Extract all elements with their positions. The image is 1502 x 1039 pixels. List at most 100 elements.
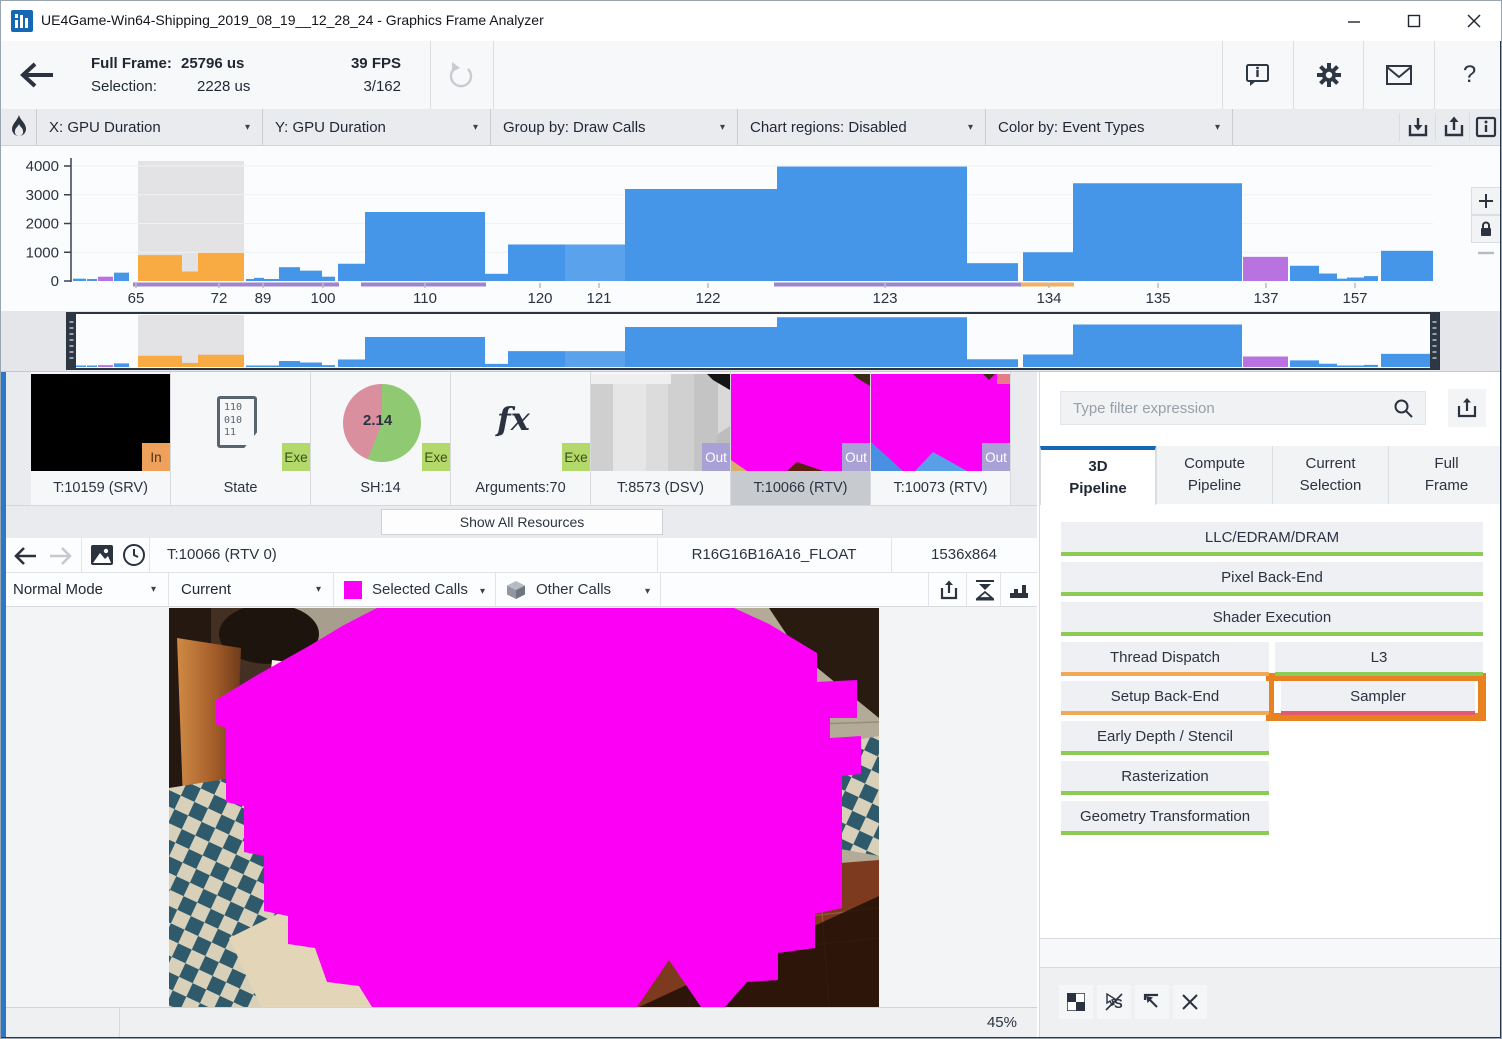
pipeline-block-shader-execution[interactable]: Shader Execution — [1061, 602, 1483, 636]
chart-bar[interactable] — [254, 277, 264, 281]
resource-thumbnail-arguments-70[interactable]: fx Exe Arguments:70 — [451, 372, 591, 505]
color-by-dropdown[interactable]: Color by: Event Types — [986, 109, 1233, 145]
full-frame-value: 25796 us — [181, 55, 245, 72]
chart-bar[interactable] — [73, 278, 86, 281]
pipeline-block-early-depth-stencil[interactable]: Early Depth / Stencil — [1061, 721, 1269, 755]
history-clock-icon[interactable] — [117, 538, 150, 571]
chart-bar[interactable] — [322, 276, 335, 281]
chart-bar[interactable] — [1023, 252, 1073, 281]
resource-thumbnail-t-10159-srv-[interactable]: In T:10159 (SRV) — [31, 372, 171, 505]
chart-lock-button[interactable] — [1471, 215, 1501, 243]
snap-corner-button[interactable] — [1135, 985, 1169, 1019]
minimize-button[interactable] — [1331, 1, 1377, 41]
chart-info-panel-icon[interactable] — [1469, 109, 1501, 145]
search-icon[interactable] — [1393, 398, 1413, 418]
tab-full-frame[interactable]: Full Frame — [1388, 446, 1501, 504]
metrics-info-button[interactable] — [1223, 41, 1292, 109]
tab-3d-pipeline[interactable]: 3D Pipeline — [1040, 446, 1156, 505]
chart-bar[interactable] — [264, 278, 272, 281]
chart-regions-dropdown[interactable]: Chart regions: Disabled — [738, 109, 986, 145]
chart-bar[interactable] — [87, 279, 97, 281]
disable-shader-button[interactable]: S — [1097, 985, 1131, 1019]
chart-bar[interactable] — [98, 276, 113, 281]
range-compress-icon[interactable] — [968, 573, 1001, 606]
pipeline-block-pixel-back-end[interactable]: Pixel Back-End — [1061, 562, 1483, 596]
pipeline-block-rasterization[interactable]: Rasterization — [1061, 761, 1269, 795]
tab-current-selection[interactable]: Current Selection — [1272, 446, 1388, 504]
filter-input[interactable]: Type filter expression — [1060, 391, 1426, 425]
gpu-duration-chart[interactable]: 0 1000 2000 3000 4000 65 72 89 100 110 120 121 122 12… — [1, 146, 1501, 311]
chart-zoom-in-button[interactable] — [1471, 187, 1501, 215]
chart-bar[interactable] — [279, 267, 300, 281]
group-by-dropdown[interactable]: Group by: Draw Calls — [491, 109, 738, 145]
feedback-mail-button[interactable] — [1364, 41, 1433, 109]
chart-bar[interactable] — [1337, 278, 1347, 281]
back-button[interactable] — [19, 60, 57, 90]
resource-thumbnail-t-10066-rtv-[interactable]: Out T:10066 (RTV) — [731, 372, 871, 505]
render-target-view[interactable] — [1, 607, 1037, 1007]
clear-selection-button[interactable] — [1173, 985, 1207, 1019]
chart-bar[interactable] — [246, 279, 254, 281]
selected-calls-dropdown[interactable]: Selected Calls — [334, 573, 496, 606]
history-back-button[interactable] — [13, 546, 39, 566]
chart-bar[interactable] — [625, 189, 777, 281]
y-axis-tick-label: 0 — [51, 273, 59, 290]
chart-bar[interactable] — [1290, 265, 1319, 281]
chart-bar[interactable] — [300, 270, 322, 281]
undo-icon[interactable] — [444, 60, 476, 92]
pipeline-block-sampler[interactable]: Sampler — [1281, 681, 1475, 715]
checkerboard-toggle-button[interactable] — [1059, 985, 1093, 1019]
resource-thumbnail-t-8573-dsv-[interactable]: Out T:8573 (DSV) — [591, 372, 731, 505]
chart-bar[interactable] — [1381, 250, 1433, 281]
pipeline-block-label: Geometry Transformation — [1079, 807, 1251, 825]
chart-bar[interactable] — [1243, 256, 1288, 281]
other-calls-dropdown[interactable]: Other Calls — [496, 573, 661, 606]
chart-bar[interactable] — [272, 279, 279, 281]
download-chart-icon[interactable] — [1401, 109, 1435, 145]
x-axis-dropdown[interactable]: X: GPU Duration — [37, 109, 263, 145]
chart-bar[interactable] — [777, 166, 967, 281]
chart-bar[interactable] — [508, 244, 565, 281]
chart-bar[interactable] — [1347, 277, 1364, 281]
chart-zoom-out-button[interactable] — [1477, 249, 1495, 257]
show-all-resources-button[interactable]: Show All Resources — [381, 509, 663, 535]
y-axis-dropdown[interactable]: Y: GPU Duration — [263, 109, 491, 145]
export-chart-icon[interactable] — [1437, 109, 1471, 145]
render-target-image[interactable] — [169, 608, 879, 1007]
chart-bar[interactable] — [485, 273, 508, 281]
history-state-dropdown[interactable]: Current — [169, 573, 334, 606]
maximize-button[interactable] — [1391, 1, 1437, 41]
help-button[interactable]: ? — [1435, 41, 1501, 109]
status-color-bar — [1281, 711, 1475, 715]
hotspot-flame-icon[interactable] — [1, 109, 37, 145]
chart-bar[interactable] — [365, 212, 485, 281]
close-button[interactable] — [1451, 1, 1497, 41]
chart-bar[interactable] — [967, 263, 1018, 281]
export-image-icon[interactable] — [932, 573, 965, 606]
chart-overview-strip[interactable] — [1, 311, 1501, 372]
view-mode-dropdown[interactable]: Normal Mode — [1, 573, 169, 606]
chart-bar[interactable] — [182, 271, 198, 281]
pipeline-block-geometry-transformation[interactable]: Geometry Transformation — [1061, 801, 1269, 835]
resource-thumbnail-state[interactable]: 110 010 11 Exe State — [171, 372, 311, 505]
chart-bar[interactable] — [565, 244, 625, 281]
image-view-icon[interactable] — [85, 538, 118, 571]
chart-bar[interactable] — [1319, 273, 1337, 281]
chart-bar[interactable] — [138, 255, 182, 281]
chart-bar[interactable] — [1073, 183, 1242, 281]
pipeline-block-llc-edram-dram[interactable]: LLC/EDRAM/DRAM — [1061, 522, 1483, 556]
resource-thumbnail-t-10073-rtv-[interactable]: Out T:10073 (RTV) — [871, 372, 1011, 505]
pipeline-block-l3[interactable]: L3 — [1275, 642, 1483, 676]
export-metrics-button[interactable] — [1448, 389, 1486, 427]
pipeline-block-thread-dispatch[interactable]: Thread Dispatch — [1061, 642, 1269, 676]
resource-thumbnail-sh-14[interactable]: 2.14 Exe SH:14 — [311, 372, 451, 505]
history-forward-button[interactable] — [47, 546, 73, 566]
tab-compute-pipeline[interactable]: Compute Pipeline — [1156, 446, 1272, 504]
settings-gear-button[interactable] — [1294, 41, 1363, 109]
pipeline-block-setup-back-end[interactable]: Setup Back-End — [1061, 681, 1269, 715]
chart-bar[interactable] — [338, 263, 365, 281]
histogram-icon[interactable] — [1002, 573, 1035, 606]
chart-bar[interactable] — [198, 252, 244, 281]
chart-bar[interactable] — [1364, 276, 1378, 281]
chart-bar[interactable] — [114, 272, 129, 281]
